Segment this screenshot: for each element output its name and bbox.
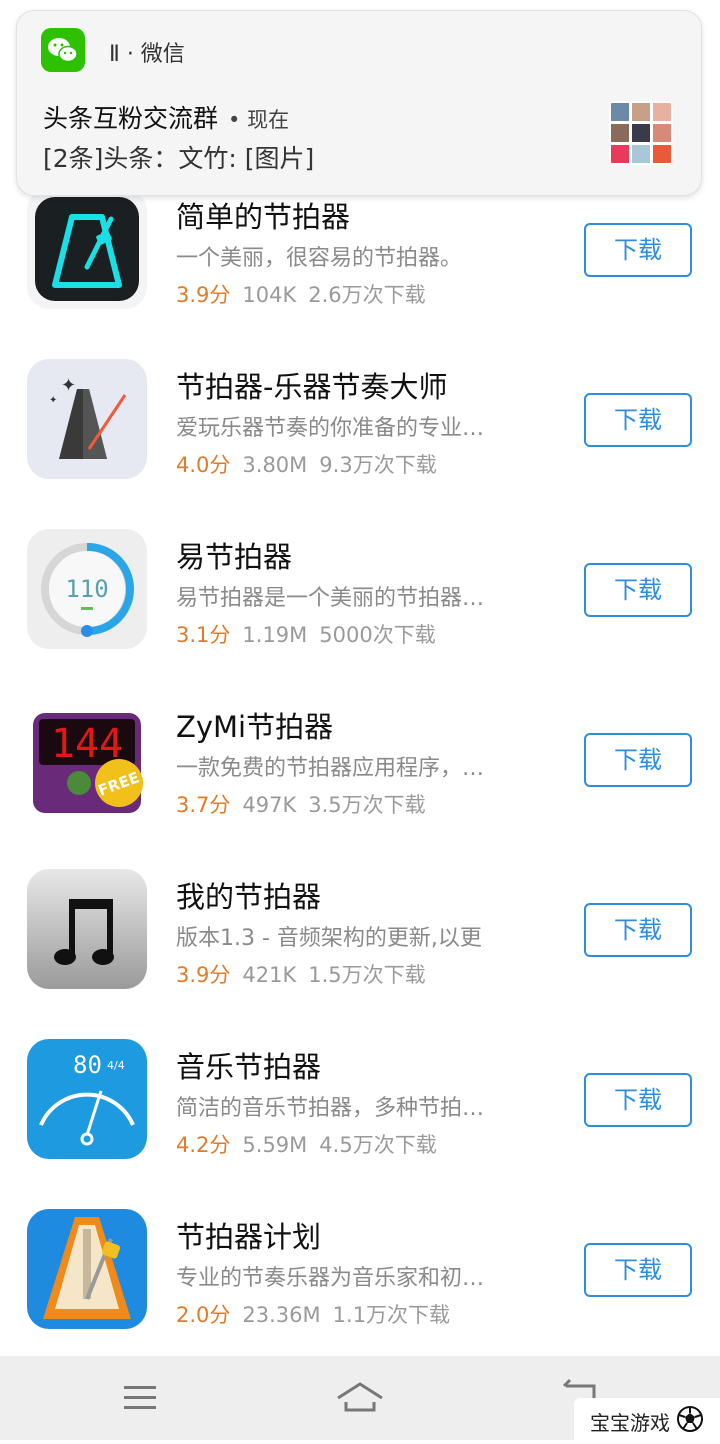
notification-time: • 现在 [228, 108, 290, 132]
gauge-80-icon: 80 4/4 [27, 1039, 147, 1159]
download-button[interactable]: 下载 [584, 903, 692, 957]
app-score: 3.9分 [176, 283, 231, 307]
download-button[interactable]: 下载 [584, 223, 692, 277]
download-button[interactable]: 下载 [584, 1073, 692, 1127]
app-meta: 3.7分 497K 3.5万次下载 [176, 789, 426, 819]
dial-110-icon: 110 [27, 529, 147, 649]
list-item[interactable]: 我的节拍器 版本1.3 - 音频架构的更新,以更 3.9分 421K 1.5万次下载… [0, 860, 720, 1030]
notification-app-name: Ⅱ · 微信 [109, 42, 185, 67]
app-title: 易节拍器 [176, 540, 293, 574]
menu-button[interactable] [90, 1356, 190, 1440]
app-size: 1.19M [242, 623, 308, 647]
app-title: 音乐节拍器 [176, 1050, 322, 1084]
download-button[interactable]: 下载 [584, 563, 692, 617]
notification-body: [2条]头条：文竹: [图片] [43, 144, 315, 173]
notification-group-name: 头条互粉交流群 [43, 104, 219, 133]
metronome-neon-icon [27, 189, 147, 309]
app-size: 23.36M [242, 1303, 321, 1327]
download-button[interactable]: 下载 [584, 393, 692, 447]
list-item[interactable]: 节拍器计划 专业的节奏乐器为音乐家和初… 2.0分 23.36M 1.1万次下载 下… [0, 1200, 720, 1370]
app-size: 497K [242, 793, 297, 817]
app-description: 易节拍器是一个美丽的节拍器… [176, 586, 485, 611]
app-downloads: 2.6万次下载 [308, 283, 426, 307]
app-score: 4.0分 [176, 453, 231, 477]
svg-text:✦: ✦ [61, 375, 76, 396]
metronome-orange-icon [27, 1209, 147, 1329]
app-score: 3.9分 [176, 963, 231, 987]
list-item[interactable]: 144 FREE ZyMi节拍器 一款免费的节拍器应用程序，… 3.7分 497K… [0, 690, 720, 860]
home-icon [337, 1382, 383, 1412]
app-title: 简单的节拍器 [176, 200, 351, 234]
app-downloads: 9.3万次下载 [319, 453, 437, 477]
app-score: 4.2分 [176, 1133, 231, 1157]
list-item[interactable]: ✦ ✦ 节拍器-乐器节奏大师 爱玩乐器节奏的你准备的专业… 4.0分 3.80M 9… [0, 350, 720, 520]
app-meta: 4.0分 3.80M 9.3万次下载 [176, 449, 437, 479]
app-downloads: 1.5万次下载 [308, 963, 426, 987]
download-button[interactable]: 下载 [584, 733, 692, 787]
menu-icon [124, 1386, 156, 1409]
app-downloads: 5000次下载 [319, 623, 436, 647]
music-note-icon [27, 869, 147, 989]
wechat-notification[interactable]: Ⅱ · 微信 头条互粉交流群 • 现在 [2条]头条：文竹: [图片] [16, 10, 702, 196]
app-description: 爱玩乐器节奏的你准备的专业… [176, 416, 485, 441]
list-item[interactable]: 80 4/4 音乐节拍器 简洁的音乐节拍器，多种节拍… 4.2分 5.59M 4.5… [0, 1030, 720, 1200]
svg-text:80: 80 [73, 1051, 102, 1079]
metronome-dark-icon: ✦ ✦ [27, 359, 147, 479]
list-item[interactable]: 简单的节拍器 一个美丽，很容易的节拍器。 3.9分 104K 2.6万次下载 下载 [0, 180, 720, 350]
app-title: 节拍器计划 [176, 1220, 322, 1254]
home-button[interactable] [310, 1356, 410, 1440]
app-description: 一个美丽，很容易的节拍器。 [176, 246, 463, 271]
wechat-icon [41, 28, 85, 72]
app-meta: 3.1分 1.19M 5000次下载 [176, 619, 436, 649]
app-score: 2.0分 [176, 1303, 231, 1327]
app-meta: 3.9分 421K 1.5万次下载 [176, 959, 426, 989]
app-size: 3.80M [242, 453, 308, 477]
app-description: 版本1.3 - 音频架构的更新,以更 [176, 926, 482, 951]
app-downloads: 4.5万次下载 [319, 1133, 437, 1157]
app-downloads: 3.5万次下载 [308, 793, 426, 817]
app-meta: 3.9分 104K 2.6万次下载 [176, 279, 426, 309]
app-title: ZyMi节拍器 [176, 710, 334, 744]
app-score: 3.1分 [176, 623, 231, 647]
app-meta: 2.0分 23.36M 1.1万次下载 [176, 1299, 450, 1329]
svg-text:110: 110 [65, 575, 108, 603]
list-item[interactable]: 110 易节拍器 易节拍器是一个美丽的节拍器… 3.1分 1.19M 5000次下载… [0, 520, 720, 690]
app-title: 我的节拍器 [176, 880, 322, 914]
app-description: 专业的节奏乐器为音乐家和初… [176, 1266, 485, 1291]
svg-text:4/4: 4/4 [107, 1059, 125, 1072]
soccer-ball-icon [677, 1406, 703, 1432]
watermark-text: 宝宝游戏 [590, 1411, 670, 1435]
app-meta: 4.2分 5.59M 4.5万次下载 [176, 1129, 437, 1159]
app-score: 3.7分 [176, 793, 231, 817]
app-description: 简洁的音乐节拍器，多种节拍… [176, 1096, 485, 1121]
app-size: 421K [242, 963, 297, 987]
watermark: 宝宝游戏 [574, 1398, 720, 1440]
app-size: 5.59M [242, 1133, 308, 1157]
notification-title: 头条互粉交流群 • 现在 [43, 99, 289, 135]
download-button[interactable]: 下载 [584, 1243, 692, 1297]
digital-144-icon: 144 FREE [27, 699, 147, 819]
app-downloads: 1.1万次下载 [332, 1303, 451, 1327]
app-size: 104K [242, 283, 297, 307]
group-avatar [609, 101, 673, 165]
app-description: 一款免费的节拍器应用程序，… [176, 756, 485, 781]
svg-text:✦: ✦ [49, 395, 57, 406]
app-title: 节拍器-乐器节奏大师 [176, 370, 448, 404]
